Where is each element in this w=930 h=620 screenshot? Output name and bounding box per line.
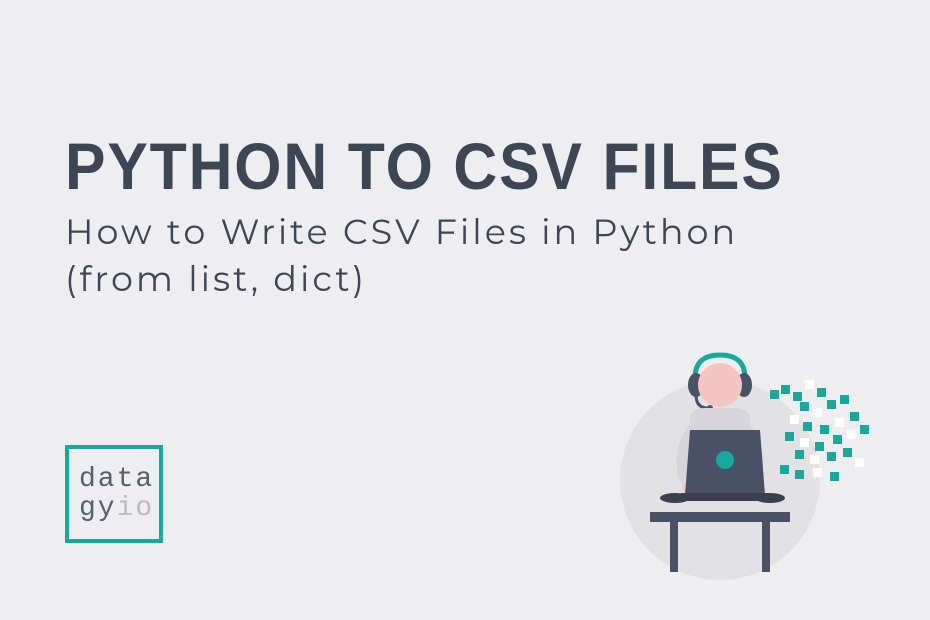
subtitle-line-1: How to Write CSV Files in Python: [65, 208, 738, 255]
person-laptop-illustration: [595, 330, 875, 580]
logo-line-2: gyio: [79, 494, 159, 523]
subtitle-line-2: (from list, dict): [65, 255, 738, 302]
logo-line-1: data: [79, 465, 159, 494]
page-subtitle: How to Write CSV Files in Python (from l…: [65, 208, 738, 303]
logo-gy-text: gy: [79, 493, 117, 524]
logo-io-text: io: [117, 493, 155, 524]
page-title: PYTHON TO CSV FILES: [65, 128, 784, 204]
datagy-logo: data gyio: [65, 445, 163, 543]
